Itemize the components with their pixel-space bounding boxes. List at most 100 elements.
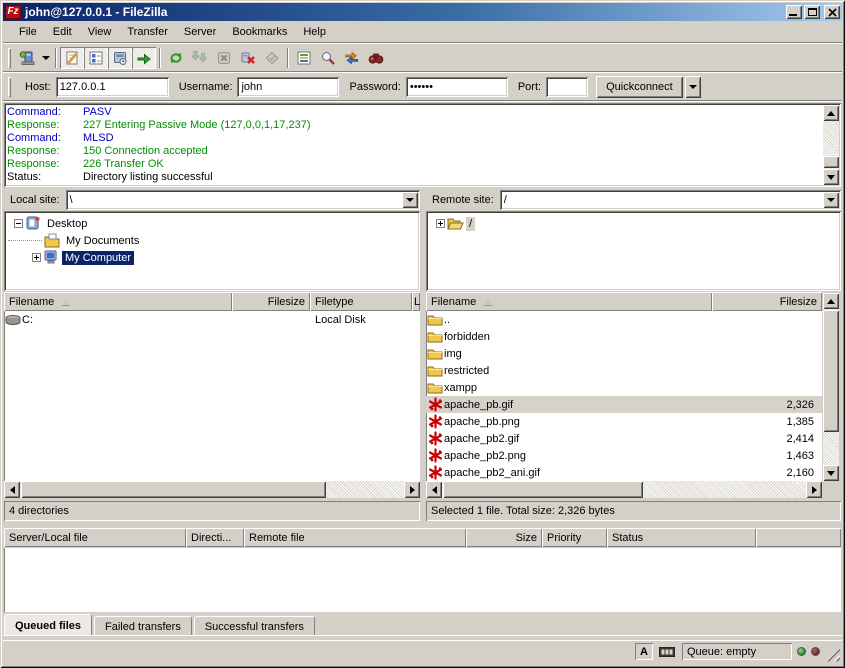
reconnect-button[interactable]	[260, 47, 284, 69]
scrollbar-thumb[interactable]	[21, 481, 326, 498]
column-header-filesize[interactable]: Filesize	[712, 292, 822, 311]
queue-list[interactable]	[4, 548, 841, 612]
password-input[interactable]	[406, 77, 508, 97]
process-queue-button[interactable]	[188, 47, 212, 69]
message-log-icon	[64, 50, 80, 66]
resize-grip[interactable]	[826, 648, 840, 662]
directory-comparison-button[interactable]	[316, 47, 340, 69]
toggle-local-tree-button[interactable]	[84, 47, 108, 69]
column-header-server-local-file[interactable]: Server/Local file	[4, 528, 186, 547]
file-row[interactable]: forbidden	[426, 328, 822, 345]
process-queue-icon	[192, 50, 208, 66]
quickconnect-button[interactable]: Quickconnect	[596, 76, 683, 98]
remote-list-hscrollbar[interactable]	[426, 481, 822, 498]
site-manager-button[interactable]	[15, 47, 39, 69]
scroll-down-button[interactable]	[823, 465, 839, 481]
expand-icon[interactable]	[436, 219, 445, 228]
site-manager-dropdown-button[interactable]	[39, 47, 52, 69]
password-label: Password:	[349, 81, 400, 93]
file-row[interactable]: apache_pb2.png 1,463	[426, 447, 822, 464]
tree-item-my-computer[interactable]: My Computer	[8, 249, 420, 266]
scroll-up-button[interactable]	[823, 105, 839, 121]
scrollbar-thumb[interactable]	[823, 310, 839, 432]
tab-successful-transfers[interactable]: Successful transfers	[194, 616, 315, 635]
file-row[interactable]: apache_pb2.gif 2,414	[426, 430, 822, 447]
column-header-remote-file[interactable]: Remote file	[244, 528, 466, 547]
file-row[interactable]: apache_pb2_ani.gif 2,160	[426, 464, 822, 481]
quickconnect-dropdown-button[interactable]	[685, 76, 701, 98]
username-input[interactable]	[237, 77, 339, 97]
remote-site-combo[interactable]: /	[500, 190, 841, 210]
tree-item-root[interactable]: /	[430, 215, 841, 232]
file-row[interactable]: img	[426, 345, 822, 362]
local-site-combo[interactable]: \	[66, 190, 420, 210]
scroll-right-button[interactable]	[806, 481, 822, 498]
close-button[interactable]	[824, 5, 840, 19]
column-header-size[interactable]: Size	[466, 528, 542, 547]
menu-server[interactable]: Server	[176, 23, 224, 41]
file-row[interactable]: apache_pb.png 1,385	[426, 413, 822, 430]
disconnect-button[interactable]	[236, 47, 260, 69]
file-row[interactable]: ..	[426, 311, 822, 328]
scrollbar-thumb[interactable]	[443, 481, 643, 498]
column-label: Filesize	[780, 296, 817, 308]
column-header-lastmodified[interactable]: L	[412, 292, 420, 311]
scrollbar-thumb[interactable]	[823, 156, 839, 168]
collapse-icon[interactable]	[14, 219, 23, 228]
minimize-button[interactable]	[786, 5, 802, 19]
tree-item-my-documents[interactable]: My Documents	[8, 232, 420, 249]
find-files-button[interactable]	[364, 47, 388, 69]
column-header-filesize[interactable]: Filesize	[232, 292, 310, 311]
refresh-button[interactable]	[164, 47, 188, 69]
menu-transfer[interactable]: Transfer	[119, 23, 176, 41]
toggle-message-log-button[interactable]	[60, 47, 84, 69]
column-header-status[interactable]: Status	[607, 528, 756, 547]
quickconnect-bar: Host: Username: Password: Port: Quickcon…	[3, 73, 842, 100]
scroll-left-button[interactable]	[4, 481, 20, 498]
remote-site-label: Remote site:	[426, 190, 500, 210]
menu-edit[interactable]: Edit	[45, 23, 80, 41]
tree-item-desktop[interactable]: Desktop	[8, 215, 420, 232]
menu-file[interactable]: File	[11, 23, 45, 41]
local-site-dropdown-button[interactable]	[402, 192, 418, 208]
cancel-operation-button[interactable]	[212, 47, 236, 69]
host-label: Host:	[25, 81, 51, 93]
tab-queued-files[interactable]: Queued files	[4, 614, 92, 635]
remote-site-dropdown-button[interactable]	[823, 192, 839, 208]
data-type-indicator[interactable]: A	[635, 643, 653, 660]
file-row-local-c[interactable]: C: Local Disk	[4, 311, 420, 328]
column-header-direction[interactable]: Directi...	[186, 528, 244, 547]
quickconnect-grip[interactable]	[8, 77, 11, 97]
my-documents-icon	[44, 233, 61, 248]
remote-list-vscrollbar[interactable]	[823, 293, 839, 481]
maximize-button[interactable]	[804, 5, 820, 19]
menu-bookmarks[interactable]: Bookmarks	[224, 23, 295, 41]
scroll-left-button[interactable]	[426, 481, 442, 498]
scroll-down-button[interactable]	[823, 169, 839, 185]
local-list-hscrollbar[interactable]	[4, 481, 420, 498]
tab-failed-transfers[interactable]: Failed transfers	[94, 616, 192, 635]
file-row-selected[interactable]: apache_pb.gif 2,326	[426, 396, 822, 413]
scroll-up-button[interactable]	[823, 293, 839, 309]
toolbar-grip[interactable]	[8, 48, 11, 68]
synchronized-browsing-button[interactable]	[340, 47, 364, 69]
menu-help[interactable]: Help	[295, 23, 334, 41]
scroll-right-button[interactable]	[404, 481, 420, 498]
column-header-priority[interactable]: Priority	[542, 528, 607, 547]
toggle-transfer-queue-button[interactable]	[132, 47, 156, 69]
filezilla-window: Fz john@127.0.0.1 - FileZilla File Edit …	[0, 0, 845, 668]
host-input[interactable]	[56, 77, 169, 97]
column-header-filename[interactable]: Filename	[426, 292, 712, 311]
file-row[interactable]: xampp	[426, 379, 822, 396]
speed-limit-icon[interactable]	[657, 643, 677, 660]
image-file-icon	[426, 465, 444, 480]
column-header-filename[interactable]: Filename	[4, 292, 232, 311]
column-header-filetype[interactable]: Filetype	[310, 292, 412, 311]
directory-filters-button[interactable]	[292, 47, 316, 69]
menu-view[interactable]: View	[80, 23, 120, 41]
file-row[interactable]: restricted	[426, 362, 822, 379]
log-scrollbar[interactable]	[823, 105, 839, 185]
expand-icon[interactable]	[32, 253, 41, 262]
port-input[interactable]	[546, 77, 588, 97]
toggle-remote-tree-button[interactable]	[108, 47, 132, 69]
